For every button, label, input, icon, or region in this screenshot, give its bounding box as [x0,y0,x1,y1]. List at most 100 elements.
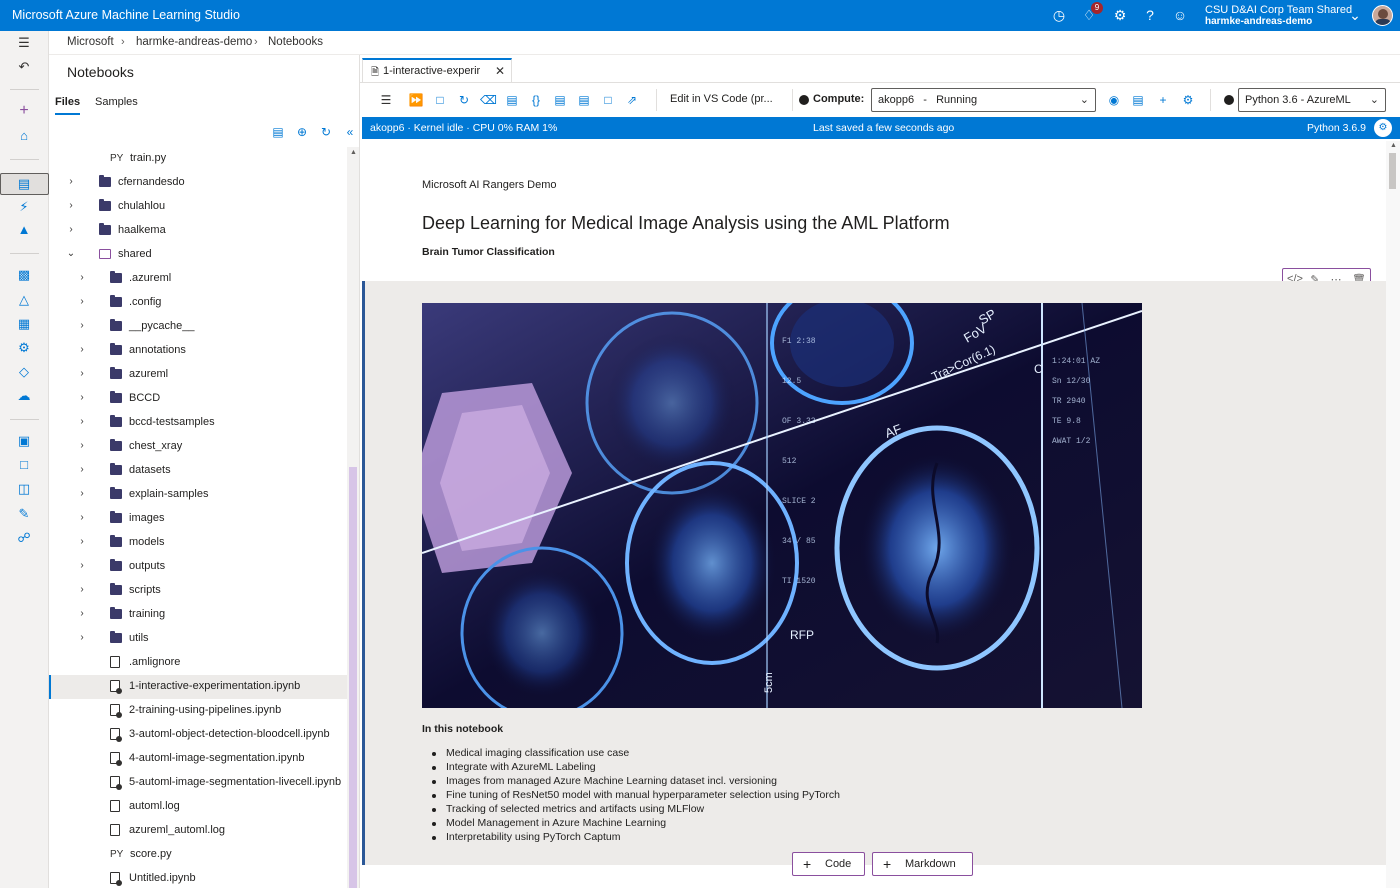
outline-icon[interactable]: ▤ [576,92,592,108]
tree-item[interactable]: › azureml [49,363,347,387]
tab-files[interactable]: Files [55,96,81,115]
variables-icon[interactable]: {} [528,92,544,108]
tree-item[interactable]: › annotations [49,339,347,363]
experiments-icon[interactable]: △ [14,292,34,308]
chevron-right-icon[interactable]: › [65,176,77,187]
tree-item[interactable]: › cfernandesdo [49,171,347,195]
chevron-right-icon[interactable]: › [76,488,88,499]
add-code-cell-button[interactable]: + Code [792,852,865,876]
tree-item[interactable]: › images [49,507,347,531]
pipelines-icon[interactable]: ▦ [14,316,34,332]
close-icon[interactable]: ✕ [495,64,505,78]
chevron-right-icon[interactable]: › [76,416,88,427]
chevron-right-icon[interactable]: › [76,320,88,331]
tree-item[interactable]: 3-automl-object-detection-bloodcell.ipyn… [49,723,347,747]
tree-item[interactable]: automl.log [49,795,347,819]
environments-icon[interactable]: □ [14,457,34,473]
tree-item[interactable]: › outputs [49,555,347,579]
save-icon[interactable]: ▤ [504,92,520,108]
automl-icon[interactable]: ⚡ [14,199,34,215]
add-file-icon[interactable]: ⊕ [295,125,309,139]
tree-item[interactable]: › chulahlou [49,195,347,219]
gear-icon[interactable]: ⚙ [1111,6,1129,24]
tree-item[interactable]: 2-training-using-pipelines.ipynb [49,699,347,723]
chevron-right-icon[interactable]: › [76,440,88,451]
clock-icon[interactable]: ◷ [1050,6,1068,24]
kernel-select[interactable]: Python 3.6 - AzureML ⌄ [1238,88,1386,112]
tree-item[interactable]: 5-automl-image-segmentation-livecell.ipy… [49,771,347,795]
endpoints-icon[interactable]: ☁ [14,388,34,404]
tree-item[interactable]: › bccd-testsamples [49,411,347,435]
tree-item[interactable]: 1-interactive-experimentation.ipynb [49,675,347,699]
tree-item[interactable]: ⌄ shared [49,243,347,267]
restart-kernel-icon[interactable]: ↻ [456,92,472,108]
stop-icon[interactable]: □ [432,92,448,108]
tree-item[interactable]: › BCCD [49,387,347,411]
table-of-contents-icon[interactable]: ▤ [552,92,568,108]
clear-output-icon[interactable]: ⌫ [480,92,497,108]
refresh-icon[interactable]: ↻ [319,125,333,139]
compute-terminal-icon[interactable]: ▤ [1130,92,1146,108]
tree-item[interactable]: .amlignore [49,651,347,675]
designer-icon[interactable]: ▲ [14,222,34,238]
datasets-icon[interactable]: ▩ [14,267,34,283]
account-info[interactable]: CSU D&AI Corp Team Shared harmke-andreas… [1205,4,1352,27]
models-icon[interactable]: ⚙ [14,340,34,356]
chevron-right-icon[interactable]: › [76,536,88,547]
edit-in-vscode-button[interactable]: Edit in VS Code (pr... [670,93,773,105]
tree-item[interactable]: › models [49,531,347,555]
export-icon[interactable]: ⇗ [624,92,640,108]
add-markdown-cell-button[interactable]: + Markdown [872,852,973,876]
back-icon[interactable]: ↶ [14,59,34,75]
model-cube-icon[interactable]: ◇ [14,364,34,380]
tree-item[interactable]: › chest_xray [49,435,347,459]
terminal-icon[interactable]: ▤ [271,125,285,139]
tree-item[interactable]: › scripts [49,579,347,603]
tree-item[interactable]: › explain-samples [49,483,347,507]
scroll-up-icon[interactable]: ▲ [350,149,357,156]
document-scrollbar[interactable]: ▲ [1386,141,1400,888]
menu-icon[interactable]: ☰ [378,92,394,108]
chevron-right-icon[interactable]: › [76,272,88,283]
tree-item[interactable]: PY train.py [49,147,347,171]
hamburger-icon[interactable]: ☰ [14,35,34,51]
scroll-up-icon[interactable]: ▲ [1390,142,1397,149]
tree-item[interactable]: › .azureml [49,267,347,291]
comment-icon[interactable]: □ [600,92,616,108]
editor-tab[interactable]: 🗎 1-interactive-experir ✕ [362,58,512,82]
chevron-down-icon[interactable]: ⌄ [65,248,77,259]
chevron-right-icon[interactable]: › [65,224,77,235]
chevron-right-icon[interactable]: › [76,392,88,403]
plus-icon[interactable]: + [14,103,34,119]
chevron-right-icon[interactable]: › [76,608,88,619]
collapse-panel-icon[interactable]: « [343,125,357,139]
help-icon[interactable]: ? [1141,6,1159,24]
chevron-down-icon[interactable]: ⌄ [1346,6,1364,24]
tree-item[interactable]: PY score.py [49,843,347,867]
breadcrumb-item[interactable]: harmke-andreas-demo [136,36,252,48]
tab-samples[interactable]: Samples [95,96,138,108]
tree-item[interactable]: › utils [49,627,347,651]
tree-item[interactable]: Untitled.ipynb [49,867,347,888]
chevron-right-icon[interactable]: › [76,560,88,571]
chevron-right-icon[interactable]: › [76,632,88,643]
selected-markdown-cell[interactable]: SP FoV Tra>Cor(6.1) AF RFP 5cm C 1:24:01… [362,281,1386,865]
compute-icon[interactable]: ▣ [14,433,34,449]
tree-item[interactable]: › __pycache__ [49,315,347,339]
compute-settings-icon[interactable]: ⚙ [1180,92,1196,108]
datastores-icon[interactable]: ◫ [14,481,34,497]
tree-item[interactable]: azureml_automl.log [49,819,347,843]
app-title[interactable]: Microsoft Azure Machine Learning Studio [12,8,240,22]
add-compute-icon[interactable]: + [1155,92,1171,108]
chevron-right-icon[interactable]: › [76,512,88,523]
chevron-right-icon[interactable]: › [65,200,77,211]
chevron-right-icon[interactable]: › [76,584,88,595]
chevron-right-icon[interactable]: › [76,368,88,379]
linked-services-icon[interactable]: ☍ [14,530,34,546]
scrollbar-thumb[interactable] [349,467,357,888]
breadcrumb-item[interactable]: Microsoft [67,36,114,48]
compute-details-icon[interactable]: ◉ [1106,92,1122,108]
chevron-right-icon[interactable]: › [76,344,88,355]
labeling-icon[interactable]: ✎ [14,506,34,522]
tree-scrollbar[interactable]: ▲ [347,147,359,888]
